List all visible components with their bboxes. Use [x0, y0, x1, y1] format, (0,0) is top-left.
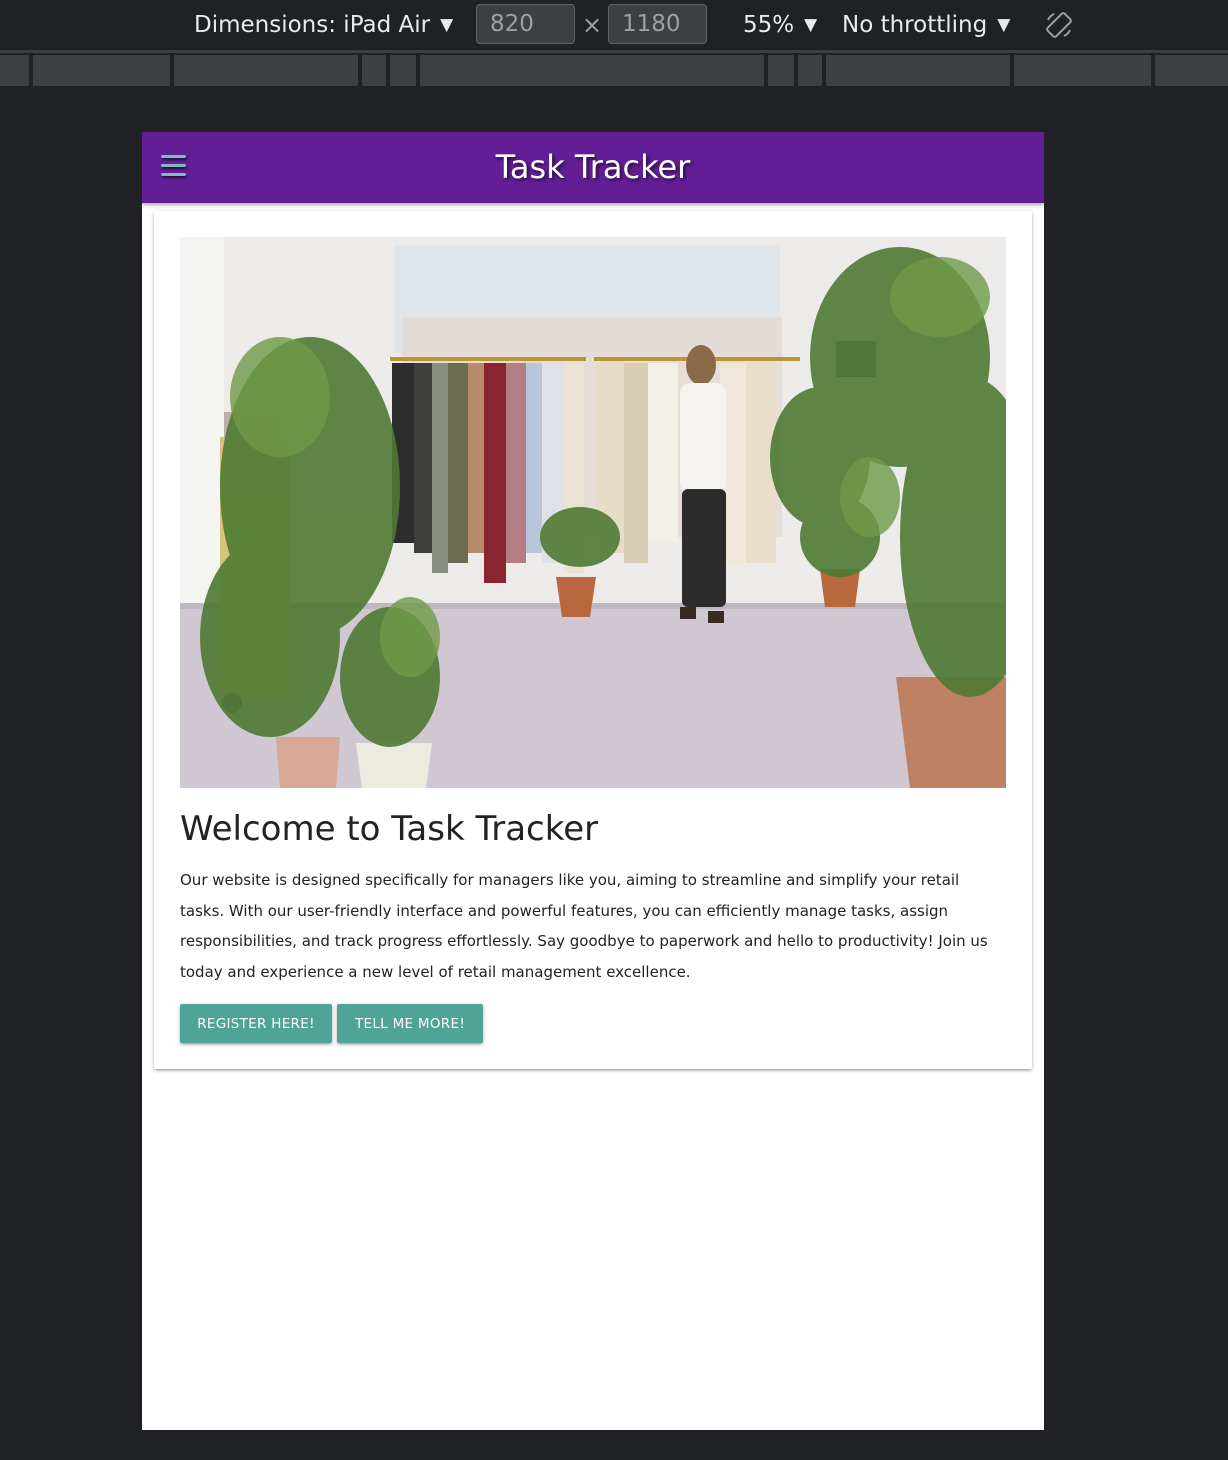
- media-query-segment[interactable]: [1155, 55, 1228, 86]
- media-query-segment[interactable]: [0, 55, 29, 86]
- media-query-segment[interactable]: [33, 55, 170, 86]
- dropdown-caret-icon: ▼: [440, 15, 454, 35]
- zoom-label: 55%: [743, 12, 795, 38]
- device-viewport: Task Tracker Welcome to Task Tracker Our…: [142, 132, 1044, 1430]
- devtools-device-toolbar: Dimensions: iPad Air ▼ 820 × 1180 55% ▼ …: [0, 0, 1228, 50]
- welcome-description: Our website is designed specifically for…: [180, 871, 988, 981]
- clothing-store-photo: [180, 237, 1006, 788]
- brand-container: Task Tracker: [142, 132, 1044, 203]
- media-query-segment[interactable]: [420, 55, 764, 86]
- viewport-width-input[interactable]: 820: [476, 4, 575, 44]
- media-query-segment[interactable]: [768, 55, 794, 86]
- zoom-dropdown[interactable]: 55% ▼: [743, 0, 817, 50]
- device-dimensions-dropdown[interactable]: Dimensions: iPad Air ▼: [194, 0, 453, 50]
- media-query-segment[interactable]: [174, 55, 358, 86]
- toolbar-divider: [0, 50, 1228, 53]
- welcome-card: Welcome to Task Tracker Our website is d…: [154, 211, 1032, 1069]
- tell-me-more-button[interactable]: Tell me more!: [337, 1004, 483, 1043]
- rotate-device-icon[interactable]: [1044, 10, 1074, 40]
- welcome-title: Welcome to Task Tracker: [180, 809, 599, 849]
- media-query-ruler: [0, 55, 1228, 86]
- media-query-segment[interactable]: [798, 55, 822, 86]
- hero-image: [180, 237, 1006, 788]
- media-query-segment[interactable]: [362, 55, 386, 86]
- times-icon: ×: [582, 11, 603, 39]
- register-button[interactable]: Register here!: [180, 1004, 332, 1043]
- media-query-segment[interactable]: [390, 55, 416, 86]
- top-navbar: Task Tracker: [142, 132, 1044, 203]
- device-dimensions-label: Dimensions: iPad Air: [194, 12, 431, 38]
- throttling-label: No throttling: [842, 12, 988, 38]
- dropdown-caret-icon: ▼: [804, 15, 818, 35]
- media-query-segment[interactable]: [826, 55, 1010, 86]
- dropdown-caret-icon: ▼: [997, 15, 1011, 35]
- viewport-height-input[interactable]: 1180: [608, 4, 707, 44]
- media-query-segment[interactable]: [1014, 55, 1151, 86]
- throttling-dropdown[interactable]: No throttling ▼: [842, 0, 1010, 50]
- brand-title[interactable]: Task Tracker: [496, 148, 691, 186]
